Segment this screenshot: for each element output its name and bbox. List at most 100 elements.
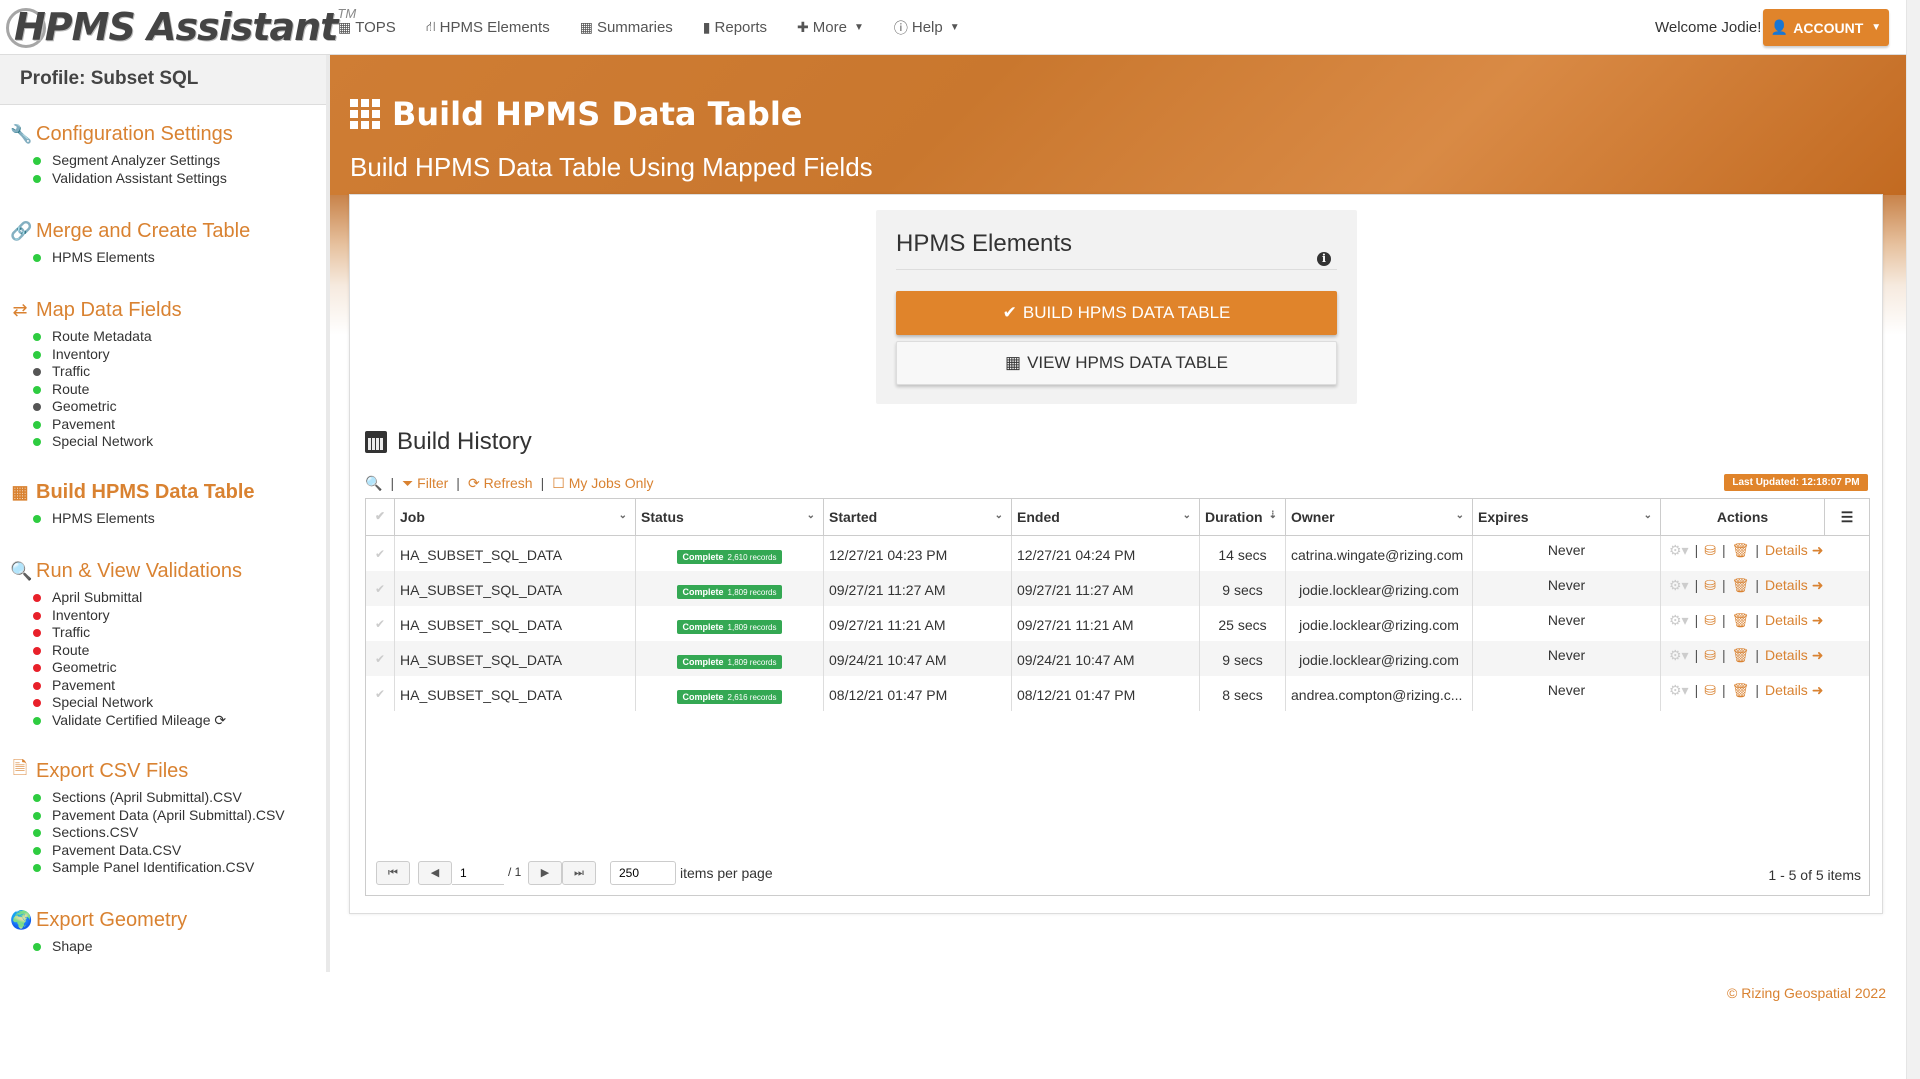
section-title-run-view-validations[interactable]: 🔍 Run & View Validations	[10, 558, 242, 584]
details-link[interactable]: Details ➜	[1765, 612, 1823, 629]
next-page-button[interactable]: ▶	[528, 861, 562, 885]
sidebar-item-validation-assistant-settings[interactable]: Validation Assistant Settings	[33, 170, 233, 188]
view-hpms-data-table-button[interactable]: ▦ VIEW HPMS DATA TABLE	[896, 341, 1337, 385]
database-icon[interactable]: ⛁	[1704, 577, 1716, 594]
table-row[interactable]: ✔ HA_SUBSET_SQL_DATA Complete 2,610 recor…	[366, 536, 1869, 571]
table-row[interactable]: ✔ HA_SUBSET_SQL_DATA Complete 1,809 recor…	[366, 606, 1869, 641]
row-checkbox[interactable]: ✔	[366, 606, 395, 641]
sidebar-item-pavement[interactable]: Pavement	[33, 415, 182, 434]
account-button[interactable]: 👤 ACCOUNT ▼	[1763, 9, 1889, 46]
nav-help-label: Help	[911, 19, 943, 36]
sidebar-item-hpms-elements-build[interactable]: HPMS Elements	[33, 510, 255, 528]
page-size-input[interactable]	[610, 861, 676, 885]
sidebar-item-route-validation[interactable]: Route	[33, 642, 242, 660]
nav-reports[interactable]: ▮ Reports	[703, 19, 767, 36]
column-header-job[interactable]: Job ⌄	[395, 499, 636, 536]
trash-icon[interactable]: 🗑	[1732, 682, 1750, 699]
section-title-export-csv-files[interactable]: 🗎 Export CSV Files	[10, 758, 285, 784]
sidebar-item-sample-panel-csv[interactable]: Sample Panel Identification.CSV	[33, 859, 285, 877]
section-title-map-data-fields[interactable]: ⇄ Map Data Fields	[10, 297, 181, 323]
sidebar-item-inventory[interactable]: Inventory	[33, 346, 182, 364]
last-page-button[interactable]: ⏭	[562, 861, 596, 885]
first-page-button[interactable]: ⏮	[376, 861, 410, 885]
settings-icon[interactable]: ⚙▾	[1669, 542, 1689, 559]
cell-actions: ⚙▾ | ⛁ | 🗑 | Details ➜	[1669, 611, 1824, 629]
database-icon[interactable]: ⛁	[1704, 682, 1716, 699]
column-header-duration[interactable]: Duration ⇣	[1200, 499, 1286, 536]
database-icon[interactable]: ⛁	[1704, 612, 1716, 629]
sidebar-item-geometric[interactable]: Geometric	[33, 398, 182, 416]
sidebar-item-april-submittal[interactable]: April Submittal	[33, 589, 242, 607]
settings-icon[interactable]: ⚙▾	[1669, 612, 1689, 629]
nav-tops[interactable]: ▦ TOPS	[338, 19, 396, 36]
sidebar-item-sections-april-csv[interactable]: Sections (April Submittal).CSV	[33, 789, 285, 807]
details-link[interactable]: Details ➜	[1765, 647, 1823, 664]
status-dot	[33, 943, 41, 951]
sidebar-item-inventory-validation[interactable]: Inventory	[33, 607, 242, 625]
sidebar-item-special-network[interactable]: Special Network	[33, 433, 182, 451]
build-hpms-data-table-button[interactable]: ✔ BUILD HPMS DATA TABLE	[896, 291, 1337, 335]
database-icon[interactable]: ⛁	[1704, 542, 1716, 559]
sidebar-item-label: Pavement	[52, 415, 116, 432]
row-checkbox[interactable]: ✔	[366, 676, 395, 711]
my-jobs-only-checkbox[interactable]: ☐ My Jobs Only	[552, 475, 653, 492]
trash-icon[interactable]: 🗑	[1732, 647, 1750, 664]
column-header-expires[interactable]: Expires ⌄	[1473, 499, 1661, 536]
refresh-button[interactable]: ⟳ Refresh	[468, 475, 533, 492]
details-link[interactable]: Details ➜	[1765, 682, 1823, 699]
column-header-owner[interactable]: Owner ⌄	[1286, 499, 1473, 536]
sidebar-item-pavement-validation[interactable]: Pavement	[33, 677, 242, 695]
sidebar-item-geometric-validation[interactable]: Geometric	[33, 659, 242, 677]
column-header-started[interactable]: Started ⌄	[824, 499, 1012, 536]
row-checkbox[interactable]: ✔	[366, 536, 395, 571]
section-title-build-hpms-data-table[interactable]: ▦ Build HPMS Data Table	[10, 479, 254, 505]
footer-copyright[interactable]: © Rizing Geospatial 2022	[1727, 985, 1886, 1001]
database-icon[interactable]: ⛁	[1704, 647, 1716, 664]
section-title-merge-and-create-table[interactable]: 🔗 Merge and Create Table	[10, 218, 250, 244]
sidebar-item-route[interactable]: Route	[33, 381, 182, 399]
sidebar-item-pavement-april-csv[interactable]: Pavement Data (April Submittal).CSV	[33, 807, 285, 825]
search-icon[interactable]: 🔍	[365, 475, 382, 492]
filter-button[interactable]: ⏷ Filter	[402, 475, 448, 492]
column-header-ended[interactable]: Ended ⌄	[1012, 499, 1200, 536]
sidebar-item-validate-certified-mileage[interactable]: Validate Certified Mileage ⟳	[33, 712, 242, 730]
section-title-configuration-settings[interactable]: 🔧 Configuration Settings	[10, 121, 233, 147]
column-menu-icon[interactable]: ☰	[1825, 499, 1869, 536]
table-row[interactable]: ✔ HA_SUBSET_SQL_DATA Complete 2,616 recor…	[366, 676, 1869, 711]
app-logo[interactable]: HPMS Assistant TM	[4, 4, 356, 50]
trash-icon[interactable]: 🗑	[1732, 577, 1750, 594]
pager: ⏮ ◀ / 1 ▶ ⏭ items per page 1 - 5 of 5 it…	[366, 861, 1869, 891]
trash-icon[interactable]: 🗑	[1732, 542, 1750, 559]
table-row[interactable]: ✔ HA_SUBSET_SQL_DATA Complete 1,809 recor…	[366, 641, 1869, 676]
settings-icon[interactable]: ⚙▾	[1669, 647, 1689, 664]
sidebar-item-special-network-validation[interactable]: Special Network	[33, 694, 242, 712]
nav-help[interactable]: ⓘ Help ▼	[894, 18, 960, 38]
select-all-checkbox[interactable]: ✔	[366, 499, 395, 536]
column-header-status[interactable]: Status ⌄	[636, 499, 824, 536]
row-checkbox[interactable]: ✔	[366, 641, 395, 676]
details-link[interactable]: Details ➜	[1765, 577, 1823, 594]
row-checkbox[interactable]: ✔	[366, 571, 395, 606]
settings-icon[interactable]: ⚙▾	[1669, 577, 1689, 594]
settings-icon[interactable]: ⚙▾	[1669, 682, 1689, 699]
nav-summaries[interactable]: ▦ Summaries	[580, 19, 673, 36]
page-scrollbar[interactable]	[1906, 0, 1920, 1079]
sidebar-item-traffic-validation[interactable]: Traffic	[33, 624, 242, 642]
section-title-export-geometry[interactable]: 🌍 Export Geometry	[10, 907, 187, 933]
sidebar-item-hpms-elements[interactable]: HPMS Elements	[33, 249, 250, 267]
nav-hpms-elements[interactable]: ⛙ HPMS Elements	[426, 18, 550, 37]
sidebar-item-sections-csv[interactable]: Sections.CSV	[33, 824, 285, 842]
prev-page-button[interactable]: ◀	[418, 861, 452, 885]
refresh-icon[interactable]: ⟳	[214, 712, 226, 728]
table-row[interactable]: ✔ HA_SUBSET_SQL_DATA Complete 1,809 recor…	[366, 571, 1869, 606]
nav-more[interactable]: ✚ More ▼	[797, 19, 864, 36]
trash-icon[interactable]: 🗑	[1732, 612, 1750, 629]
sidebar-item-shape[interactable]: Shape	[33, 938, 187, 956]
sidebar-item-route-metadata[interactable]: Route Metadata	[33, 328, 182, 346]
sidebar-item-segment-analyzer-settings[interactable]: Segment Analyzer Settings	[33, 152, 233, 170]
details-link[interactable]: Details ➜	[1765, 542, 1823, 559]
page-number-input[interactable]	[452, 861, 504, 885]
info-icon[interactable]: i	[1317, 252, 1331, 266]
sidebar-item-traffic[interactable]: Traffic	[33, 363, 182, 381]
sidebar-item-pavement-csv[interactable]: Pavement Data.CSV	[33, 842, 285, 860]
